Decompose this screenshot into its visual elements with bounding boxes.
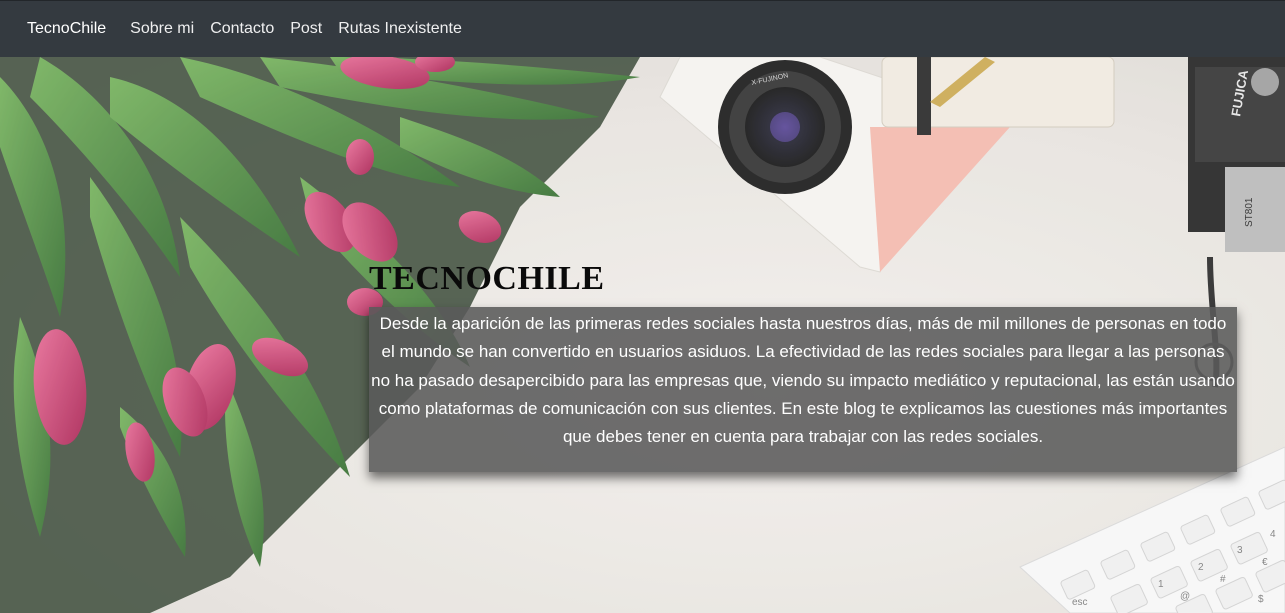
navbar: TecnoChile Sobre mi Contacto Post Rutas … [0, 0, 1285, 57]
hero-description-box: Desde la aparición de las primeras redes… [369, 307, 1237, 472]
nav-link-post[interactable]: Post [290, 20, 322, 38]
nav-link-contacto[interactable]: Contacto [210, 20, 274, 38]
hero-description: Desde la aparición de las primeras redes… [371, 314, 1235, 447]
brand-link[interactable]: TecnoChile [27, 20, 106, 38]
hero-section: X-FUJINON FUJICA ST801 1 2 3 4 @ # $ € e… [0, 57, 1285, 613]
nav-link-rutas-inexistente[interactable]: Rutas Inexistente [338, 20, 462, 38]
nav-link-sobre-mi[interactable]: Sobre mi [130, 20, 194, 38]
hero-title: TECNOCHILE [369, 260, 605, 297]
